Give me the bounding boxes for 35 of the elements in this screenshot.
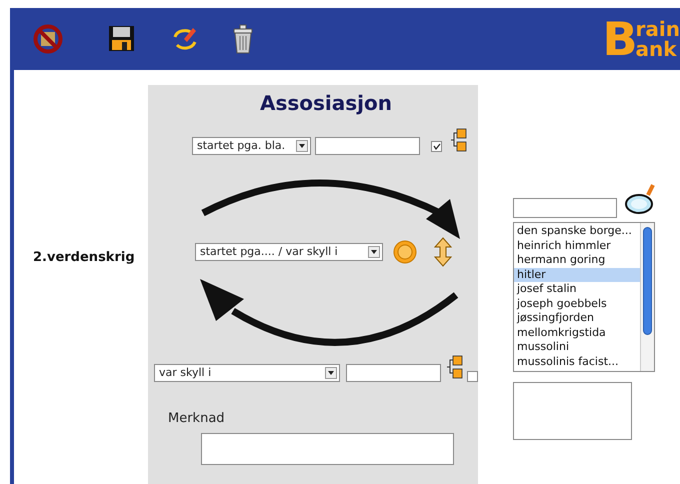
circle-button-icon[interactable] bbox=[393, 240, 417, 264]
search-field[interactable] bbox=[513, 198, 617, 218]
search-icon[interactable] bbox=[624, 183, 656, 215]
checkbox[interactable] bbox=[431, 140, 442, 152]
dropdown[interactable]: startet pga.... / var skyll i bbox=[195, 243, 383, 261]
caret-icon bbox=[324, 367, 337, 379]
caret-icon bbox=[296, 140, 308, 152]
dropdown[interactable]: var skyll i bbox=[154, 364, 340, 382]
list-item[interactable]: mussolini bbox=[514, 340, 640, 354]
text-field[interactable] bbox=[346, 364, 441, 382]
subject-label: 2.verdenskrig bbox=[33, 250, 135, 265]
list-item[interactable]: den spanske borge... bbox=[514, 224, 640, 238]
list-item[interactable]: hitler bbox=[514, 268, 640, 282]
list-item[interactable]: hermann goring bbox=[514, 253, 640, 268]
checkbox[interactable] bbox=[467, 370, 478, 382]
list-item[interactable]: heinrich himmler bbox=[514, 238, 640, 253]
caret-icon bbox=[368, 246, 380, 258]
linked-squares-icon[interactable] bbox=[451, 128, 467, 152]
note-field[interactable] bbox=[201, 433, 454, 465]
list-item[interactable]: jøssingfjorden bbox=[514, 311, 640, 326]
list-item[interactable]: josef stalin bbox=[514, 282, 640, 296]
no-save-icon[interactable] bbox=[33, 24, 63, 54]
scrollbar[interactable] bbox=[640, 223, 654, 371]
dropdown[interactable]: startet pga. bla. bbox=[192, 137, 311, 155]
text-area[interactable] bbox=[513, 382, 632, 440]
note-label: Merknad bbox=[168, 411, 225, 426]
linked-squares-icon[interactable] bbox=[447, 355, 463, 379]
trash-icon[interactable] bbox=[232, 24, 254, 54]
up-down-arrow-icon[interactable] bbox=[434, 237, 452, 267]
save-icon[interactable] bbox=[108, 25, 136, 53]
list-item[interactable]: mellomkrigstida bbox=[514, 326, 640, 340]
list-item[interactable]: mussolinis facist... bbox=[514, 354, 640, 369]
list-item[interactable]: joseph goebbels bbox=[514, 296, 640, 311]
text-field[interactable] bbox=[315, 137, 420, 155]
panel-title: Assosiasjon bbox=[260, 91, 392, 117]
